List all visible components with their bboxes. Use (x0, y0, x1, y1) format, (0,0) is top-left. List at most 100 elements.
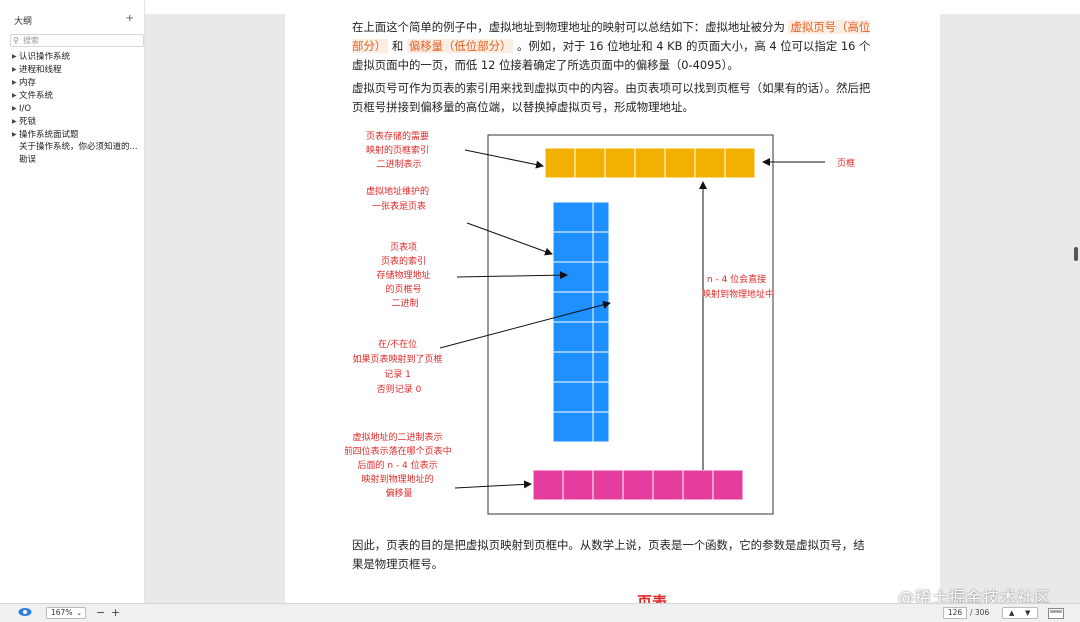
present-bit-cell (592, 201, 610, 233)
bottom-toolbar: 167% ⌄ − + 126 / 306 ▲ ▼ (0, 603, 1080, 622)
outline-item-label: 操作系统面试题 (19, 130, 79, 140)
outline-item-label: 文件系统 (19, 91, 54, 101)
document-page: 在上面这个简单的例子中，虚拟地址到物理地址的映射可以总结如下：虚拟地址被分为 虚… (285, 0, 940, 603)
arrow-virtual-address (454, 480, 532, 489)
paragraph-page-table-purpose: 因此，页表的目的是把虚拟页映射到页框中。从数学上说，页表是一个函数，它的参数是虚… (352, 538, 865, 571)
arrow-page-entry (456, 271, 568, 280)
outline-item-label: 关于操作系统，你必须知道的... (19, 142, 138, 152)
expand-arrow-icon[interactable]: ▶ (12, 50, 19, 63)
chevron-down-icon: ⌄ (76, 609, 82, 617)
label-page-entry: 页表项 页表的索引 存储物理地址 的页框号 二进制 (377, 241, 434, 309)
virtual-address-cell (592, 469, 624, 501)
expand-arrow-icon[interactable]: ▶ (12, 76, 19, 89)
paragraph-page-table-index: 虚拟页号可作为页表的索引用来找到虚拟页中的内容。由页表项可以找到页框号（如果有的… (352, 81, 871, 114)
virtual-address-cell (682, 469, 714, 501)
outline-item-label: 内存 (19, 78, 37, 88)
zoom-value: 167% (51, 608, 73, 617)
page-table-column (552, 201, 610, 443)
label-frame: 页框 (837, 157, 855, 169)
page-frame-cell (544, 147, 576, 179)
label-page-table: 虚拟地址维护的 一张表是页表 (366, 185, 432, 212)
page-nav: ▲ ▼ (1002, 607, 1038, 619)
label-direct-mapping: n - 4 位会直接 映射到物理地址中 (702, 273, 774, 300)
label-frame-index: 页表存储的需要 映射的页框索引 二进制表示 (366, 130, 432, 170)
virtual-address-row (532, 469, 744, 501)
outline-item[interactable]: ▶ 认识操作系统 (12, 50, 138, 63)
page-frame-cell (724, 147, 756, 179)
page-frame-cell (604, 147, 636, 179)
virtual-address-cell (652, 469, 684, 501)
left-gutter (145, 14, 285, 603)
page-table-entry-cell (552, 381, 594, 413)
next-section-heading: 页表 (637, 593, 668, 603)
zoom-out-button[interactable]: − (96, 606, 105, 619)
view-mode-button[interactable] (1048, 608, 1064, 619)
scrollbar-thumb[interactable] (1074, 247, 1078, 261)
outline-item[interactable]: ▶ 内存 (12, 76, 138, 89)
outline-item[interactable]: ▶ 进程和线程 (12, 63, 138, 76)
page-table-entry-cell (552, 411, 594, 443)
outline-item-label: 死锁 (19, 117, 37, 127)
expand-arrow-icon[interactable]: ▶ (12, 115, 19, 128)
outline-item[interactable]: ▶ 操作系统面试题 (12, 128, 138, 141)
outline-item[interactable]: 关于操作系统，你必须知道的... (12, 141, 138, 154)
virtual-address-cell (712, 469, 744, 501)
outline-item[interactable]: ▶ 文件系统 (12, 89, 138, 102)
outline-item-label: 勘误 (19, 155, 37, 165)
label-present-bit: 在/不在位 如果页表映射到了页框 记录 1 否则记录 0 (353, 338, 446, 395)
outline-title: 大纲 (14, 17, 33, 27)
paragraph-mapping-summary: 在上面这个简单的例子中，虚拟地址到物理地址的映射可以总结如下：虚拟地址被分为 虚… (352, 18, 872, 75)
page-frame-row (544, 147, 756, 179)
arrow-page-table (466, 222, 553, 256)
page-frame-cell (664, 147, 696, 179)
expand-arrow-icon[interactable]: ▶ (12, 128, 19, 141)
outline-item-label: 认识操作系统 (19, 52, 71, 62)
page-table-entry-cell (552, 201, 594, 233)
search-placeholder: 搜索 (23, 36, 39, 45)
outline-header: 大纲 + (14, 13, 138, 28)
add-outline-button[interactable]: + (126, 13, 134, 24)
outline-sidebar: 大纲 + ⚲ 搜索 ▶ 认识操作系统 ▶ 进程和线程 ▶ 内存 ▶ 文件系统 ▶ I/O … (0, 0, 145, 603)
right-gutter (940, 14, 1080, 603)
page-table-entry-cell (552, 321, 594, 353)
page-number-input[interactable]: 126 (943, 607, 967, 619)
page-total: / 306 (970, 608, 990, 617)
present-bit-cell (592, 321, 610, 353)
outline-item[interactable]: ▶ 死锁 (12, 115, 138, 128)
page-table-entry-cell (552, 291, 594, 323)
expand-arrow-icon[interactable]: ▶ (12, 63, 19, 76)
outline-item[interactable]: ▶ I/O (12, 102, 138, 115)
paragraph-text: 和 (391, 39, 404, 53)
outline-search-input[interactable]: ⚲ 搜索 (10, 34, 144, 47)
present-bit-cell (592, 381, 610, 413)
page-table-entry-cell (552, 261, 594, 293)
page-table-diagram: 页表存储的需要 映射的页框索引 二进制表示 页框 虚拟地址维护的 一张表是页表 … (345, 130, 855, 515)
outline-item-label: 进程和线程 (19, 65, 62, 75)
present-bit-cell (592, 261, 610, 293)
outline-item[interactable]: 勘误 (12, 154, 138, 167)
zoom-select[interactable]: 167% ⌄ (46, 607, 86, 619)
paragraph-text: 在上面这个简单的例子中，虚拟地址到物理地址的映射可以总结如下：虚拟地址被分为 (352, 20, 785, 34)
page-table-entry-cell (552, 351, 594, 383)
outline-item-label: I/O (19, 104, 32, 114)
next-page-button[interactable]: ▼ (1025, 608, 1030, 618)
label-virtual-address: 虚拟地址的二进制表示 前四位表示落在哪个页表中 后面的 n - 4 位表示 映射… (345, 431, 454, 499)
virtual-address-cell (622, 469, 654, 501)
present-bit-cell (592, 231, 610, 263)
expand-arrow-icon[interactable]: ▶ (12, 102, 19, 115)
present-bit-cell (592, 351, 610, 383)
diagram-frame (487, 134, 774, 515)
expand-arrow-icon[interactable]: ▶ (12, 89, 19, 102)
page-frame-cell (634, 147, 666, 179)
eye-icon[interactable] (18, 607, 32, 617)
page-frame-cell (574, 147, 606, 179)
arrow-frame-index (464, 149, 544, 169)
zoom-in-button[interactable]: + (111, 606, 120, 619)
virtual-address-cell (562, 469, 594, 501)
page-frame-cell (694, 147, 726, 179)
page-table-entry-cell (552, 231, 594, 263)
virtual-address-cell (532, 469, 564, 501)
search-icon: ⚲ (13, 36, 19, 45)
outline-list: ▶ 认识操作系统 ▶ 进程和线程 ▶ 内存 ▶ 文件系统 ▶ I/O ▶ 死锁 ▶ 操作系统面… (12, 50, 138, 167)
previous-page-button[interactable]: ▲ (1009, 608, 1014, 618)
